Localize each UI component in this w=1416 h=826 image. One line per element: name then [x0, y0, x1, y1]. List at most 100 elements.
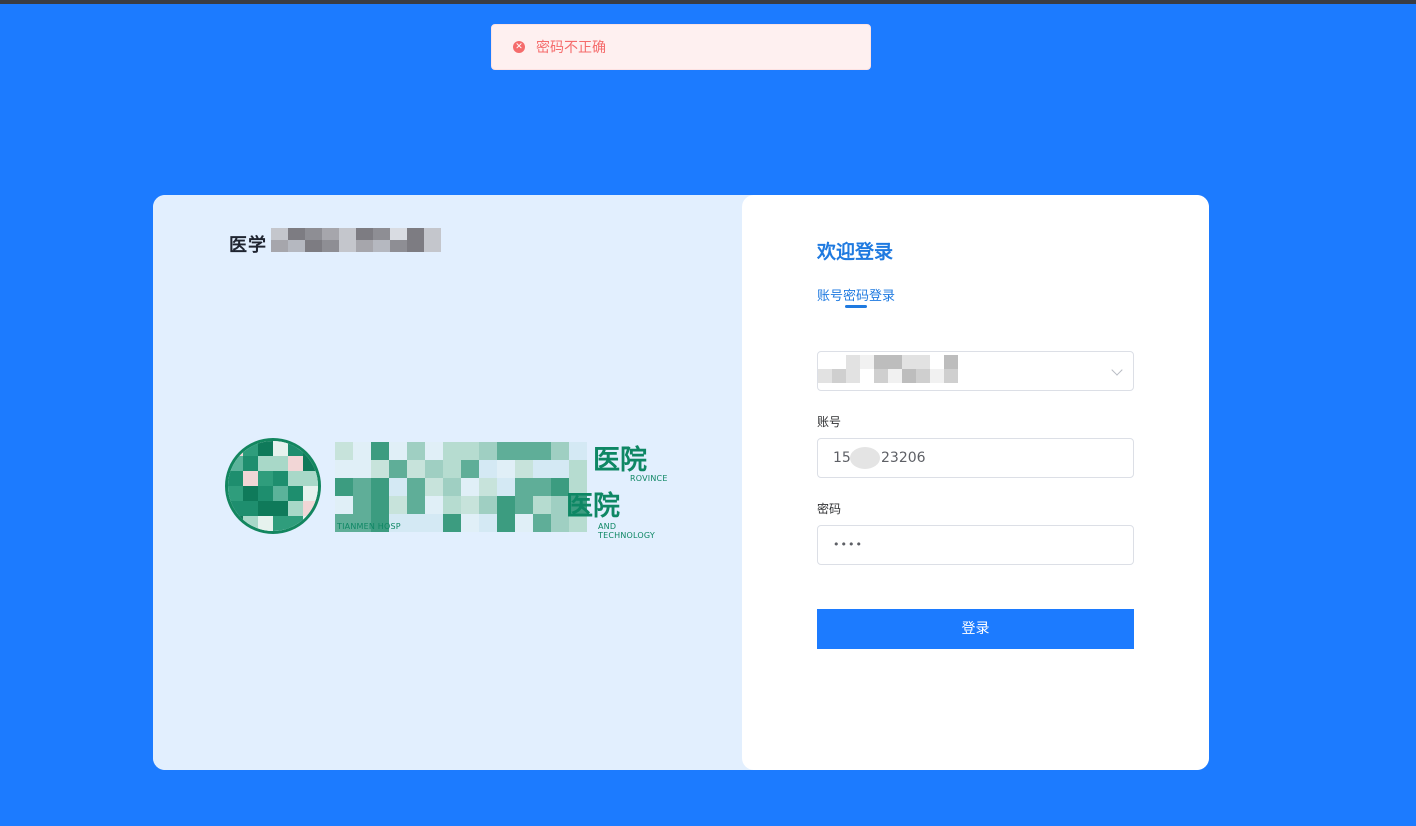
mosaic-cell	[479, 478, 497, 496]
mosaic-cell	[228, 486, 243, 501]
mosaic-cell	[353, 442, 371, 460]
mosaic-cell	[339, 240, 356, 252]
mosaic-cell	[874, 355, 888, 369]
mosaic-cell	[818, 369, 832, 383]
mosaic-cell	[860, 355, 874, 369]
mosaic-cell	[407, 478, 425, 496]
hospital-subtitle-line1-end: ROVINCE	[630, 474, 668, 483]
mosaic-cell	[569, 460, 587, 478]
mosaic-cell	[888, 355, 902, 369]
mosaic-cell	[497, 460, 515, 478]
mosaic-cell	[551, 442, 569, 460]
hospital-emblem-icon	[225, 438, 321, 534]
mosaic-cell	[228, 471, 243, 486]
mosaic-cell	[258, 486, 273, 501]
mosaic-cell	[818, 355, 832, 369]
mosaic-cell	[443, 442, 461, 460]
mosaic-cell	[497, 496, 515, 514]
password-value: ••••	[833, 538, 863, 551]
mosaic-cell	[407, 496, 425, 514]
mosaic-cell	[425, 478, 443, 496]
mosaic-cell	[288, 240, 305, 252]
mosaic-cell	[443, 460, 461, 478]
hospital-name-line2-end: 医院	[566, 491, 620, 522]
chevron-down-icon[interactable]	[1111, 364, 1123, 376]
mosaic-cell	[479, 514, 497, 532]
login-button[interactable]: 登录	[817, 609, 1134, 649]
error-toast: ✕ 密码不正确	[491, 24, 871, 70]
mosaic-cell	[273, 516, 288, 531]
mosaic-cell	[243, 486, 258, 501]
mosaic-cell	[228, 501, 243, 516]
account-value-end: 23206	[881, 450, 926, 466]
mosaic-cell	[533, 514, 551, 532]
mosaic-cell	[389, 442, 407, 460]
mosaic-cell	[371, 460, 389, 478]
mosaic-cell	[389, 496, 407, 514]
hospital-logo: 医院 ROVINCE 医院 TIANMEN HOSP AND TECHNOLOG…	[225, 438, 675, 540]
error-circle-icon: ✕	[513, 41, 525, 53]
account-value-start: 15	[833, 450, 851, 466]
select-value-redacted-mosaic	[818, 355, 958, 383]
organization-select[interactable]	[817, 351, 1134, 391]
mosaic-cell	[902, 355, 916, 369]
mosaic-cell	[258, 471, 273, 486]
mosaic-cell	[497, 442, 515, 460]
mosaic-cell	[846, 355, 860, 369]
mosaic-cell	[515, 442, 533, 460]
account-label: 账号	[817, 415, 842, 429]
mosaic-cell	[425, 460, 443, 478]
mosaic-cell	[371, 496, 389, 514]
mosaic-cell	[916, 369, 930, 383]
mosaic-cell	[288, 441, 303, 456]
login-form-panel: 欢迎登录 账号密码登录 账号 15 23206 密码 •••• 登录	[742, 195, 1209, 770]
welcome-heading: 欢迎登录	[817, 241, 894, 263]
mosaic-cell	[515, 514, 533, 532]
mosaic-cell	[339, 228, 356, 240]
system-title-text: 医学	[229, 235, 267, 256]
mosaic-cell	[303, 516, 318, 531]
mosaic-cell	[533, 478, 551, 496]
mosaic-cell	[424, 228, 441, 240]
mosaic-cell	[389, 478, 407, 496]
mosaic-cell	[533, 496, 551, 514]
mosaic-cell	[860, 369, 874, 383]
login-card: 医学 医院 ROVINCE 医院 TIANMEN HOSP AND TECHNO…	[153, 195, 1209, 770]
mosaic-cell	[303, 486, 318, 501]
mosaic-cell	[273, 501, 288, 516]
mosaic-cell	[390, 228, 407, 240]
mosaic-cell	[944, 369, 958, 383]
mosaic-cell	[479, 442, 497, 460]
mosaic-cell	[356, 240, 373, 252]
mosaic-cell	[228, 456, 243, 471]
password-input[interactable]: ••••	[817, 525, 1134, 565]
account-redacted-blur	[850, 447, 880, 469]
toast-message: 密码不正确	[536, 40, 606, 56]
title-redacted-mosaic	[271, 228, 441, 252]
mosaic-cell	[551, 460, 569, 478]
mosaic-cell	[356, 228, 373, 240]
mosaic-cell	[243, 516, 258, 531]
mosaic-cell	[515, 478, 533, 496]
tab-account-password-login[interactable]: 账号密码登录	[817, 285, 895, 304]
mosaic-cell	[353, 496, 371, 514]
mosaic-cell	[243, 471, 258, 486]
mosaic-cell	[288, 228, 305, 240]
mosaic-cell	[902, 369, 916, 383]
mosaic-cell	[425, 442, 443, 460]
mosaic-cell	[846, 369, 860, 383]
mosaic-cell	[479, 496, 497, 514]
hospital-subtitle-line2-end: AND TECHNOLOGY	[598, 522, 655, 540]
mosaic-cell	[930, 355, 944, 369]
mosaic-cell	[322, 228, 339, 240]
mosaic-cell	[303, 456, 318, 471]
mosaic-cell	[407, 240, 424, 252]
mosaic-cell	[425, 514, 443, 532]
mosaic-cell	[569, 442, 587, 460]
mosaic-cell	[288, 516, 303, 531]
hospital-name-line1-end: 医院	[593, 445, 647, 476]
mosaic-cell	[425, 496, 443, 514]
mosaic-cell	[335, 478, 353, 496]
mosaic-cell	[228, 516, 243, 531]
account-input[interactable]: 15 23206	[817, 438, 1134, 478]
